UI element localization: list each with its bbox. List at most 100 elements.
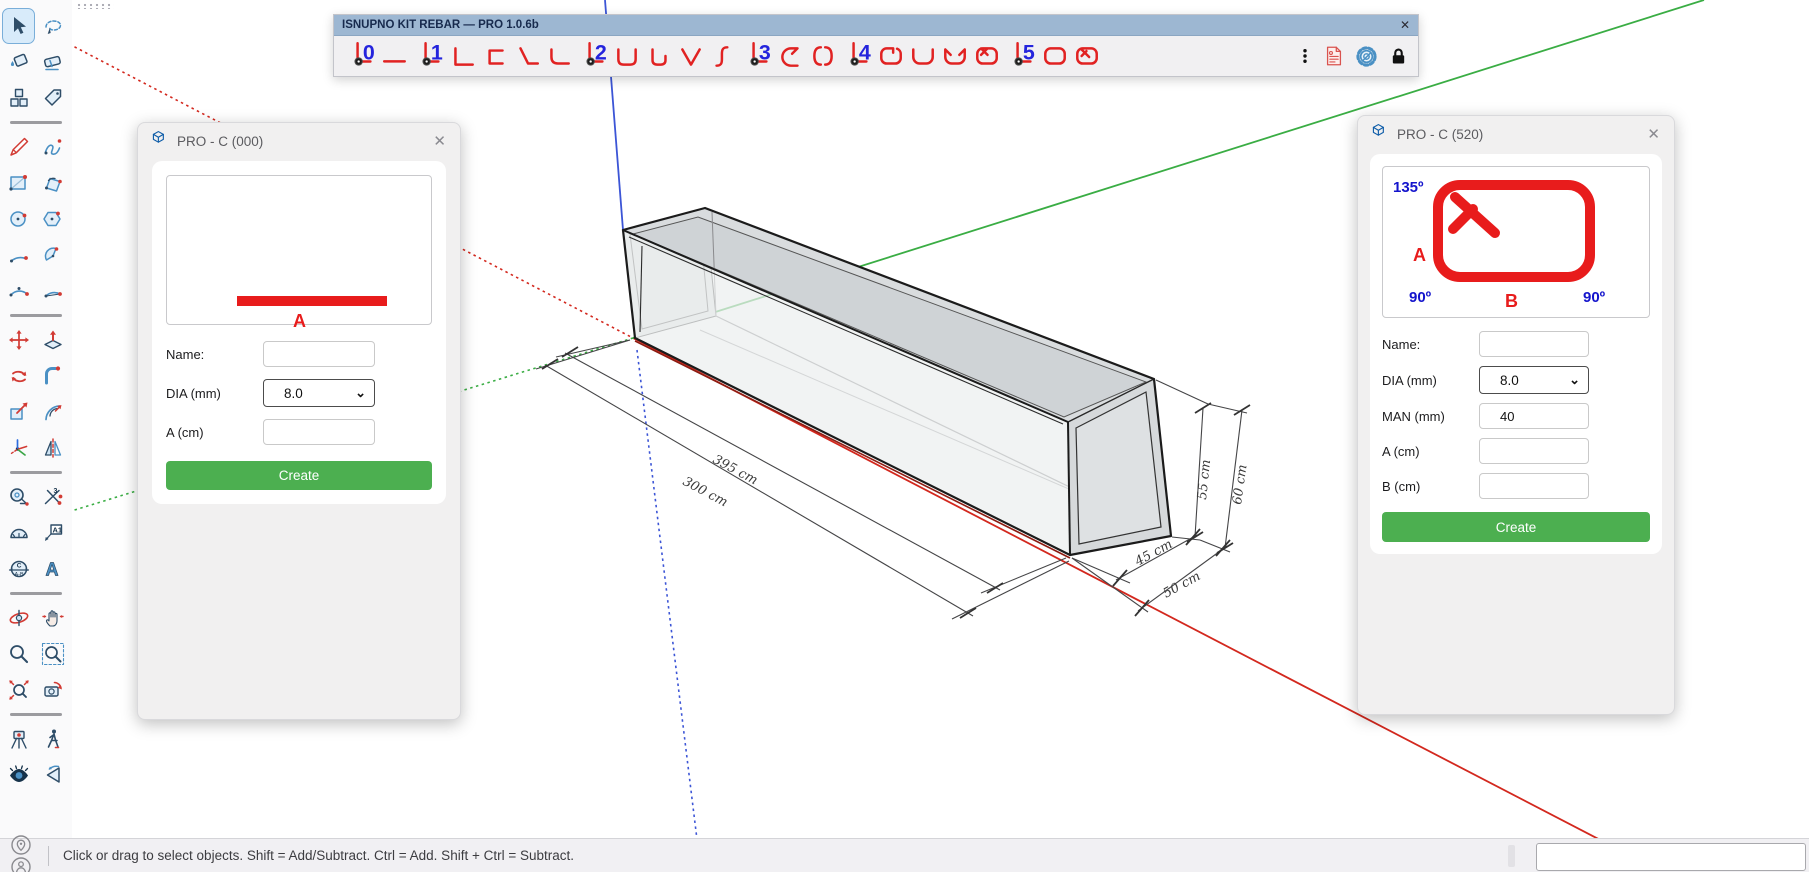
tool-eraser[interactable]: [36, 44, 69, 80]
tool-paint-bucket[interactable]: [2, 44, 35, 80]
tool-arc[interactable]: [2, 237, 35, 273]
close-icon[interactable]: ✕: [1400, 19, 1410, 31]
rebar-shape-stirrup-hook-135-button[interactable]: [1074, 43, 1100, 70]
rebar-group-5-button[interactable]: 5: [1010, 39, 1038, 74]
b-input[interactable]: [1479, 473, 1589, 499]
tool-lasso[interactable]: [36, 8, 69, 44]
a-input[interactable]: [1479, 438, 1589, 464]
toolbar-divider: [10, 121, 62, 124]
dialog-titlebar[interactable]: PRO - C (520) ✕: [1358, 116, 1674, 152]
tool-components[interactable]: [2, 80, 35, 116]
tool-arc-segment[interactable]: [36, 273, 69, 309]
tool-push-pull[interactable]: [36, 322, 69, 358]
rebar-shape-corner-curve-button[interactable]: [546, 43, 572, 70]
rebar-shape-j-hook-button[interactable]: [646, 43, 672, 70]
tool-3d-text[interactable]: A: [36, 551, 69, 587]
rebar-shape-stirrup-open-hooks-button[interactable]: [878, 43, 904, 70]
tool-arc-3pt[interactable]: [2, 273, 35, 309]
dia-select[interactable]: 8.0 ⌄: [263, 379, 375, 407]
tool-freehand[interactable]: [36, 129, 69, 165]
svg-text:5: 5: [1023, 40, 1035, 64]
close-icon[interactable]: ✕: [433, 134, 446, 149]
dimension-label-300: 300 cm: [680, 474, 730, 510]
rebar-group-4-button[interactable]: 4: [846, 39, 874, 74]
tool-follow-me[interactable]: [36, 358, 69, 394]
tool-circle[interactable]: [2, 201, 35, 237]
preview-angle-bottom-right: 90º: [1583, 289, 1605, 306]
rebar-shape-angle-bend-button[interactable]: [514, 43, 540, 70]
tool-text[interactable]: A1: [36, 515, 69, 551]
rebar-shape-stirrup-inward-hooks-button[interactable]: [942, 43, 968, 70]
preview-angle-bottom-left: 90º: [1409, 289, 1431, 306]
close-icon[interactable]: ✕: [1647, 127, 1660, 142]
status-resize-handle[interactable]: [1508, 845, 1515, 867]
tool-zoom[interactable]: [2, 636, 35, 672]
rebar-shape-c-bend-button[interactable]: [482, 43, 508, 70]
tool-scale[interactable]: [2, 394, 35, 430]
tool-previous-view[interactable]: [36, 672, 69, 708]
rebar-shape-u-shape-button[interactable]: [614, 43, 640, 70]
tool-position-camera[interactable]: [2, 721, 35, 757]
kebab-menu-icon[interactable]: [1296, 45, 1314, 67]
rebar-shape-l-bend-button[interactable]: [450, 43, 476, 70]
dia-select-value: 8.0: [1500, 373, 1519, 388]
person-icon[interactable]: [10, 856, 32, 872]
toolbar-grip-handle[interactable]: [76, 3, 114, 9]
tool-protractor[interactable]: [2, 515, 35, 551]
man-input[interactable]: [1479, 403, 1589, 429]
tool-move[interactable]: [2, 322, 35, 358]
rebar-shape-s-curve-button[interactable]: [710, 43, 736, 70]
rebar-toolbar-titlebar[interactable]: ISNUPNO KIT REBAR — PRO 1.0.6b ✕: [334, 15, 1418, 36]
rebar-shape-stirrup-closed-button[interactable]: [1042, 43, 1068, 70]
svg-text:A: A: [45, 560, 58, 580]
tool-angular-dimension[interactable]: 3: [36, 479, 69, 515]
dia-select[interactable]: 8.0 ⌄: [1479, 366, 1589, 394]
tool-axes[interactable]: [2, 430, 35, 466]
tool-walk[interactable]: [36, 721, 69, 757]
create-button[interactable]: Create: [1382, 512, 1650, 542]
lock-icon[interactable]: [1388, 45, 1409, 68]
rebar-shape-open-oval-button[interactable]: [810, 43, 836, 70]
measurements-input[interactable]: [1536, 843, 1806, 871]
tool-dimension[interactable]: CA-B: [2, 551, 35, 587]
name-input[interactable]: [263, 341, 375, 367]
report-document-icon[interactable]: [1323, 44, 1345, 68]
rebar-shape-straight-button[interactable]: [382, 43, 408, 70]
toolbar-divider: [10, 592, 62, 595]
tool-tape-measure[interactable]: [2, 479, 35, 515]
tool-polygon[interactable]: [36, 201, 69, 237]
name-input[interactable]: [1479, 331, 1589, 357]
tool-zoom-window[interactable]: [36, 636, 69, 672]
rebar-shape-c-hook-button[interactable]: [778, 43, 804, 70]
rebar-shape-v-shape-button[interactable]: [678, 43, 704, 70]
geolocation-icon[interactable]: [10, 834, 32, 856]
rebar-shape-stirrup-cross-hooks-button[interactable]: [974, 43, 1000, 70]
tool-look-around[interactable]: [2, 757, 35, 793]
toolbar-divider: [10, 471, 62, 474]
tool-select[interactable]: [2, 8, 35, 44]
create-button[interactable]: Create: [166, 461, 432, 490]
rebar-group-3-button[interactable]: 3: [746, 39, 774, 74]
tool-section-plane[interactable]: [36, 757, 69, 793]
tool-line[interactable]: [2, 129, 35, 165]
tool-offset[interactable]: [36, 394, 69, 430]
tool-rectangle[interactable]: [2, 165, 35, 201]
dia-select-value: 8.0: [284, 386, 303, 401]
tool-rotate[interactable]: [2, 358, 35, 394]
tool-tag[interactable]: [36, 80, 69, 116]
box-model[interactable]: [623, 208, 1171, 558]
tool-pie[interactable]: [36, 237, 69, 273]
a-input[interactable]: [263, 419, 375, 445]
rebar-group-1-button[interactable]: 1: [418, 39, 446, 74]
svg-text:4: 4: [859, 40, 871, 64]
dialog-titlebar[interactable]: PRO - C (000) ✕: [138, 123, 460, 159]
tool-zoom-extents[interactable]: [2, 672, 35, 708]
rebar-shape-stirrup-open-top-button[interactable]: [910, 43, 936, 70]
rebar-group-0-button[interactable]: 0: [350, 39, 378, 74]
tool-orbit[interactable]: [2, 600, 35, 636]
rebar-group-2-button[interactable]: 2: [582, 39, 610, 74]
tool-rotated-rectangle[interactable]: [36, 165, 69, 201]
tool-pan[interactable]: [36, 600, 69, 636]
tool-flip[interactable]: [36, 430, 69, 466]
settings-gear-icon[interactable]: [1354, 44, 1379, 69]
